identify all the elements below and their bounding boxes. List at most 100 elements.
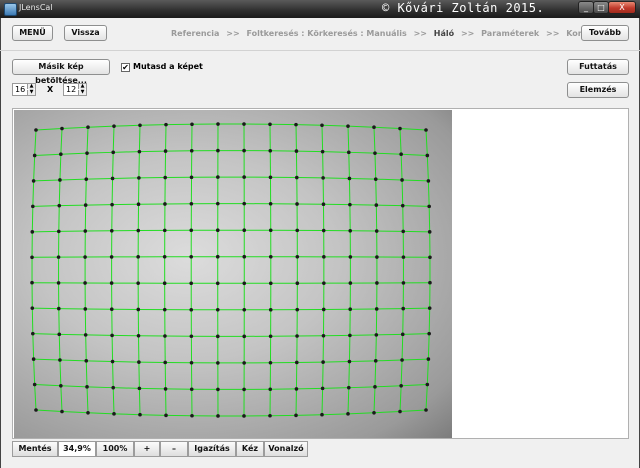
grid-point [427, 204, 431, 209]
maximize-button[interactable]: □ [593, 1, 609, 14]
grid-point [294, 387, 299, 391]
show-image-checkbox[interactable]: ✔ [121, 63, 130, 72]
grid-point [424, 128, 428, 132]
fit-button[interactable]: Igazítás [188, 441, 236, 457]
ruler-tool-button[interactable]: Vonalzó [264, 441, 308, 457]
grid-line [321, 388, 324, 415]
grid-line [400, 360, 403, 386]
zoom-in-button[interactable]: + [134, 441, 160, 457]
grid-point [84, 359, 89, 363]
grid-point [268, 201, 273, 206]
minimize-button[interactable]: _ [578, 1, 594, 14]
grid-point [321, 176, 325, 180]
grid-point [268, 334, 273, 339]
grid-line [85, 334, 87, 361]
grid-line [35, 128, 63, 131]
grid-line [425, 129, 428, 156]
grid-line [113, 124, 141, 127]
grid-point [322, 281, 326, 285]
grid-line [31, 308, 34, 334]
grid-point [83, 281, 87, 285]
grid-point [242, 148, 246, 153]
grid-line [86, 177, 113, 180]
grid-point [294, 175, 299, 180]
grid-line [347, 387, 350, 414]
grid-line [34, 153, 61, 156]
grid-line [349, 360, 376, 363]
grid-line [323, 177, 350, 179]
grid-rows-spinner[interactable]: 12 ▲ ▼ [63, 83, 87, 96]
grid-point [374, 203, 379, 207]
grid-point [30, 280, 34, 285]
grid-point [136, 307, 141, 312]
grid-point [399, 152, 403, 157]
grid-point [34, 128, 38, 132]
grid-point [216, 361, 220, 365]
grid-line [295, 124, 323, 126]
grid-point [215, 281, 220, 286]
grid-point [31, 204, 35, 209]
grid-cols-spinner[interactable]: 16 ▲ ▼ [12, 83, 36, 96]
zoom-100-button[interactable]: 100% [96, 441, 134, 457]
grid-point [426, 179, 431, 183]
grid-point [346, 150, 351, 155]
app-icon [4, 3, 17, 16]
breadcrumb-step-referencia: Referencia [171, 29, 220, 38]
grid-point [136, 255, 140, 259]
grid-line [33, 179, 60, 182]
grid-point [137, 360, 141, 364]
grid-point [320, 412, 324, 417]
grid-point [322, 255, 326, 259]
grid-line [61, 410, 89, 414]
menu-button[interactable]: MENÜ [12, 25, 53, 41]
grid-point [242, 122, 246, 126]
load-other-image-button[interactable]: Másik kép betöltése... [12, 59, 110, 85]
run-button[interactable]: Futtatás [567, 59, 629, 75]
grid-line [376, 333, 403, 336]
grid-line [113, 413, 141, 416]
grid-point [86, 125, 90, 130]
grid-point [136, 228, 141, 233]
grid-line [375, 334, 377, 361]
grid-line [32, 333, 60, 335]
grid-line [32, 205, 60, 207]
grid-point [85, 385, 89, 389]
grid-line [87, 412, 115, 415]
grid-line [86, 386, 89, 413]
grid-line [32, 180, 35, 207]
analysis-button[interactable]: Elemzés [567, 82, 629, 98]
zoom-out-button[interactable]: – [160, 441, 188, 457]
hand-tool-button[interactable]: Kéz [236, 441, 264, 457]
grid-point [348, 307, 353, 312]
grid-line [138, 125, 141, 152]
grid-point [32, 153, 37, 158]
copyright-text: © Kővári Zoltán 2015. [382, 1, 545, 15]
back-button[interactable]: Vissza [64, 25, 107, 41]
grid-point [162, 281, 167, 286]
grid-point [111, 385, 116, 390]
close-button[interactable]: X [608, 1, 636, 14]
grid-line [402, 358, 429, 361]
grid-point [321, 202, 326, 207]
grid-point [425, 153, 430, 158]
grid-line [59, 204, 86, 207]
grid-point [268, 307, 273, 312]
grid-point [400, 358, 404, 362]
grid-point [137, 386, 142, 391]
grid-line [85, 179, 87, 206]
grid-line [112, 126, 115, 153]
grid-point [215, 254, 220, 259]
save-button[interactable]: Mentés [12, 441, 58, 457]
grid-point [162, 254, 167, 259]
grid-line [35, 409, 63, 412]
grid-line [428, 206, 431, 232]
spinner-down-icon[interactable]: ▼ [27, 90, 35, 95]
grid-line [426, 155, 429, 181]
spinner-down-icon[interactable]: ▼ [78, 90, 86, 95]
grid-point [189, 360, 194, 365]
grid-point [268, 175, 273, 180]
grid-point [321, 307, 326, 312]
next-button[interactable]: Tovább [581, 25, 629, 41]
grid-point [348, 333, 352, 338]
calibration-image[interactable] [14, 110, 452, 438]
